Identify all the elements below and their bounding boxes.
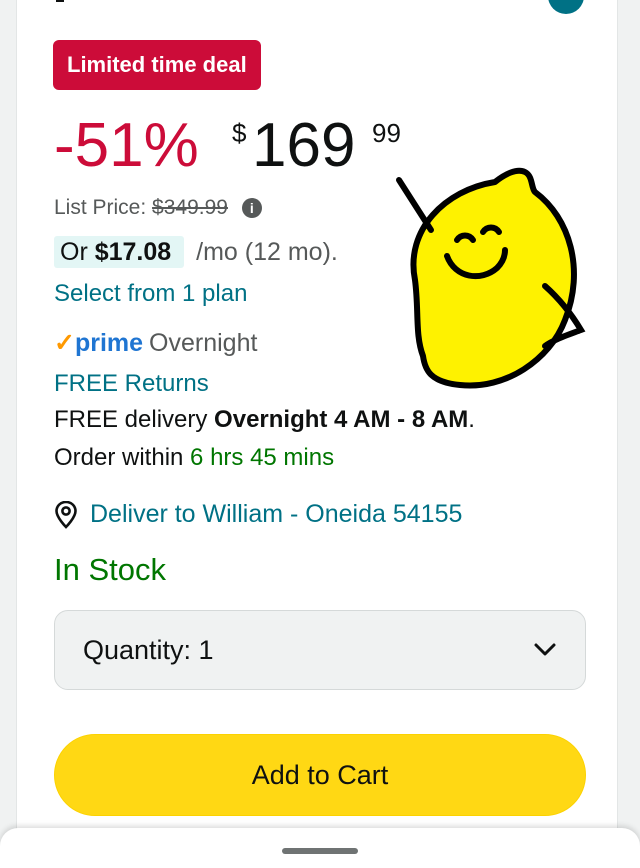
prime-overnight: ✓prime Overnight xyxy=(54,328,257,358)
deliver-to-text: Deliver to William - Oneida 54155 xyxy=(90,500,463,528)
monthly-prefix: Or xyxy=(60,238,95,266)
limited-deal-badge: Limited time deal xyxy=(53,40,261,90)
lemon-sticker-icon xyxy=(396,167,586,389)
info-icon[interactable]: i xyxy=(241,198,262,219)
list-price-value: $349.99 xyxy=(152,196,228,219)
stock-status: In Stock xyxy=(54,552,166,587)
location-pin-icon xyxy=(55,500,77,529)
list-price: List Price: $349.99 i xyxy=(54,196,262,220)
bottom-sheet xyxy=(0,828,640,868)
order-within: Order within 6 hrs 45 mins xyxy=(54,444,334,472)
quantity-label: Quantity: 1 xyxy=(83,634,214,665)
free-delivery: FREE delivery Overnight 4 AM - 8 AM. xyxy=(54,406,475,434)
free-returns-link[interactable]: FREE Returns xyxy=(54,370,209,398)
discount-percent: -51% xyxy=(54,111,199,180)
monthly-amount: $17.08 xyxy=(94,238,172,266)
monthly-suffix: /mo (12 mo). xyxy=(196,238,338,266)
deliver-to-link[interactable]: Deliver to William - Oneida 54155 xyxy=(54,500,462,529)
free-delivery-suffix: . xyxy=(468,406,475,433)
order-within-time: 6 hrs 45 mins xyxy=(190,444,335,471)
free-delivery-window: Overnight 4 AM - 8 AM xyxy=(214,406,469,433)
free-delivery-prefix: FREE delivery xyxy=(54,406,215,433)
price-currency: $ xyxy=(232,118,247,148)
prime-logo: prime xyxy=(74,329,144,357)
order-within-prefix: Order within xyxy=(54,444,191,471)
top-cutoff-text xyxy=(56,0,64,2)
list-price-label: List Price: xyxy=(54,196,147,219)
monthly-highlight: Or $17.08 xyxy=(54,236,185,268)
bottom-sheet-handle[interactable] xyxy=(282,848,358,854)
quantity-select[interactable]: Quantity: 1 xyxy=(54,610,586,690)
add-to-cart-button[interactable]: Add to Cart xyxy=(54,734,586,816)
price-whole: 169 xyxy=(252,111,356,180)
price-fraction: 99 xyxy=(372,118,401,148)
select-plan-link[interactable]: Select from 1 plan xyxy=(54,280,247,308)
overnight-label: Overnight xyxy=(149,329,258,357)
prime-check-icon: ✓ xyxy=(54,329,75,357)
chevron-down-icon xyxy=(534,643,556,656)
monthly-payment: Or $17.08 /mo (12 mo). xyxy=(54,236,338,268)
